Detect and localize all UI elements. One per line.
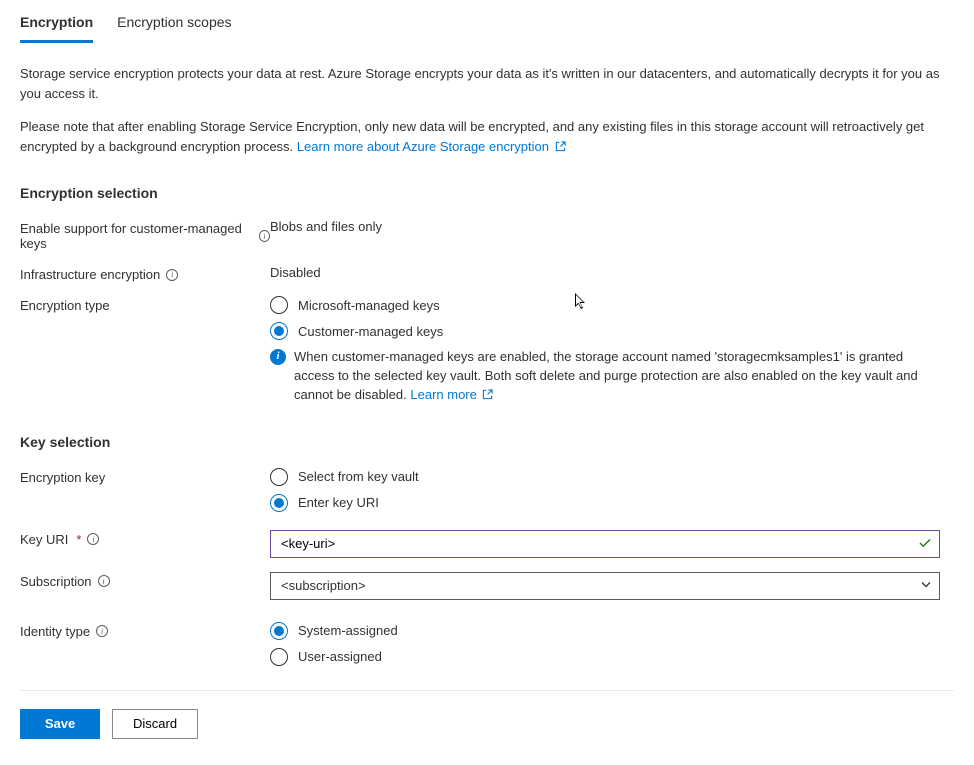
radio-circle-icon <box>270 322 288 340</box>
cmk-callout-text: When customer-managed keys are enabled, … <box>294 349 918 402</box>
checkmark-icon <box>918 535 932 552</box>
label-identity-type-text: Identity type <box>20 624 90 639</box>
label-encryption-type-text: Encryption type <box>20 298 110 313</box>
info-icon[interactable] <box>166 269 178 281</box>
radio-circle-icon <box>270 296 288 314</box>
info-icon[interactable] <box>87 533 99 545</box>
discard-button[interactable]: Discard <box>112 709 198 739</box>
cmk-info-callout: When customer-managed keys are enabled, … <box>270 348 940 406</box>
info-icon[interactable] <box>96 625 108 637</box>
tab-encryption[interactable]: Encryption <box>20 14 93 43</box>
intro-text: Storage service encryption protects your… <box>20 64 954 157</box>
radio-enter-key-uri-label: Enter key URI <box>298 495 379 510</box>
button-row: Save Discard <box>20 709 954 739</box>
learn-more-encryption-label: Learn more about Azure Storage encryptio… <box>297 139 549 154</box>
label-key-uri: Key URI * <box>20 530 270 547</box>
label-identity-type: Identity type <box>20 622 270 639</box>
label-subscription: Subscription <box>20 572 270 589</box>
radio-group-encryption-key: Select from key vault Enter key URI <box>270 468 940 512</box>
required-asterisk: * <box>76 532 81 547</box>
value-infra-encryption: Disabled <box>270 265 940 280</box>
intro-p1: Storage service encryption protects your… <box>20 64 954 103</box>
info-icon[interactable] <box>259 230 270 242</box>
cmk-learn-more-label: Learn more <box>410 387 476 402</box>
radio-select-from-vault-label: Select from key vault <box>298 469 419 484</box>
radio-enter-key-uri[interactable]: Enter key URI <box>270 494 940 512</box>
radio-circle-icon <box>270 494 288 512</box>
info-icon[interactable] <box>98 575 110 587</box>
info-bubble-icon <box>270 349 286 365</box>
radio-select-from-vault[interactable]: Select from key vault <box>270 468 940 486</box>
external-link-icon <box>555 138 566 158</box>
label-encryption-type: Encryption type <box>20 296 270 313</box>
section-key-selection: Key selection <box>20 434 954 450</box>
label-key-uri-text: Key URI <box>20 532 68 547</box>
radio-system-assigned[interactable]: System-assigned <box>270 622 940 640</box>
cmk-learn-more-link[interactable]: Learn more <box>410 387 493 402</box>
intro-p2: Please note that after enabling Storage … <box>20 117 954 157</box>
radio-circle-icon <box>270 468 288 486</box>
radio-group-encryption-type: Microsoft-managed keys Customer-managed … <box>270 296 940 340</box>
tab-encryption-scopes[interactable]: Encryption scopes <box>117 14 231 43</box>
radio-system-assigned-label: System-assigned <box>298 623 398 638</box>
divider <box>20 690 954 691</box>
radio-user-assigned[interactable]: User-assigned <box>270 648 940 666</box>
label-infra-encryption: Infrastructure encryption <box>20 265 270 282</box>
radio-microsoft-managed[interactable]: Microsoft-managed keys <box>270 296 940 314</box>
label-support-cmk: Enable support for customer-managed keys <box>20 219 270 251</box>
section-encryption-selection: Encryption selection <box>20 185 954 201</box>
learn-more-encryption-link[interactable]: Learn more about Azure Storage encryptio… <box>297 139 566 154</box>
radio-circle-icon <box>270 622 288 640</box>
radio-customer-managed[interactable]: Customer-managed keys <box>270 322 940 340</box>
label-subscription-text: Subscription <box>20 574 92 589</box>
radio-microsoft-managed-label: Microsoft-managed keys <box>298 298 440 313</box>
radio-customer-managed-label: Customer-managed keys <box>298 324 443 339</box>
subscription-select[interactable]: <subscription> <box>270 572 940 600</box>
external-link-icon <box>482 387 493 406</box>
label-infra-encryption-text: Infrastructure encryption <box>20 267 160 282</box>
tab-bar: Encryption Encryption scopes <box>20 0 954 44</box>
label-encryption-key: Encryption key <box>20 468 270 485</box>
save-button[interactable]: Save <box>20 709 100 739</box>
label-encryption-key-text: Encryption key <box>20 470 105 485</box>
key-uri-input[interactable] <box>270 530 940 558</box>
radio-group-identity-type: System-assigned User-assigned <box>270 622 940 666</box>
radio-user-assigned-label: User-assigned <box>298 649 382 664</box>
subscription-select-value: <subscription> <box>281 578 366 593</box>
radio-circle-icon <box>270 648 288 666</box>
value-support-cmk: Blobs and files only <box>270 219 940 234</box>
label-support-cmk-text: Enable support for customer-managed keys <box>20 221 253 251</box>
